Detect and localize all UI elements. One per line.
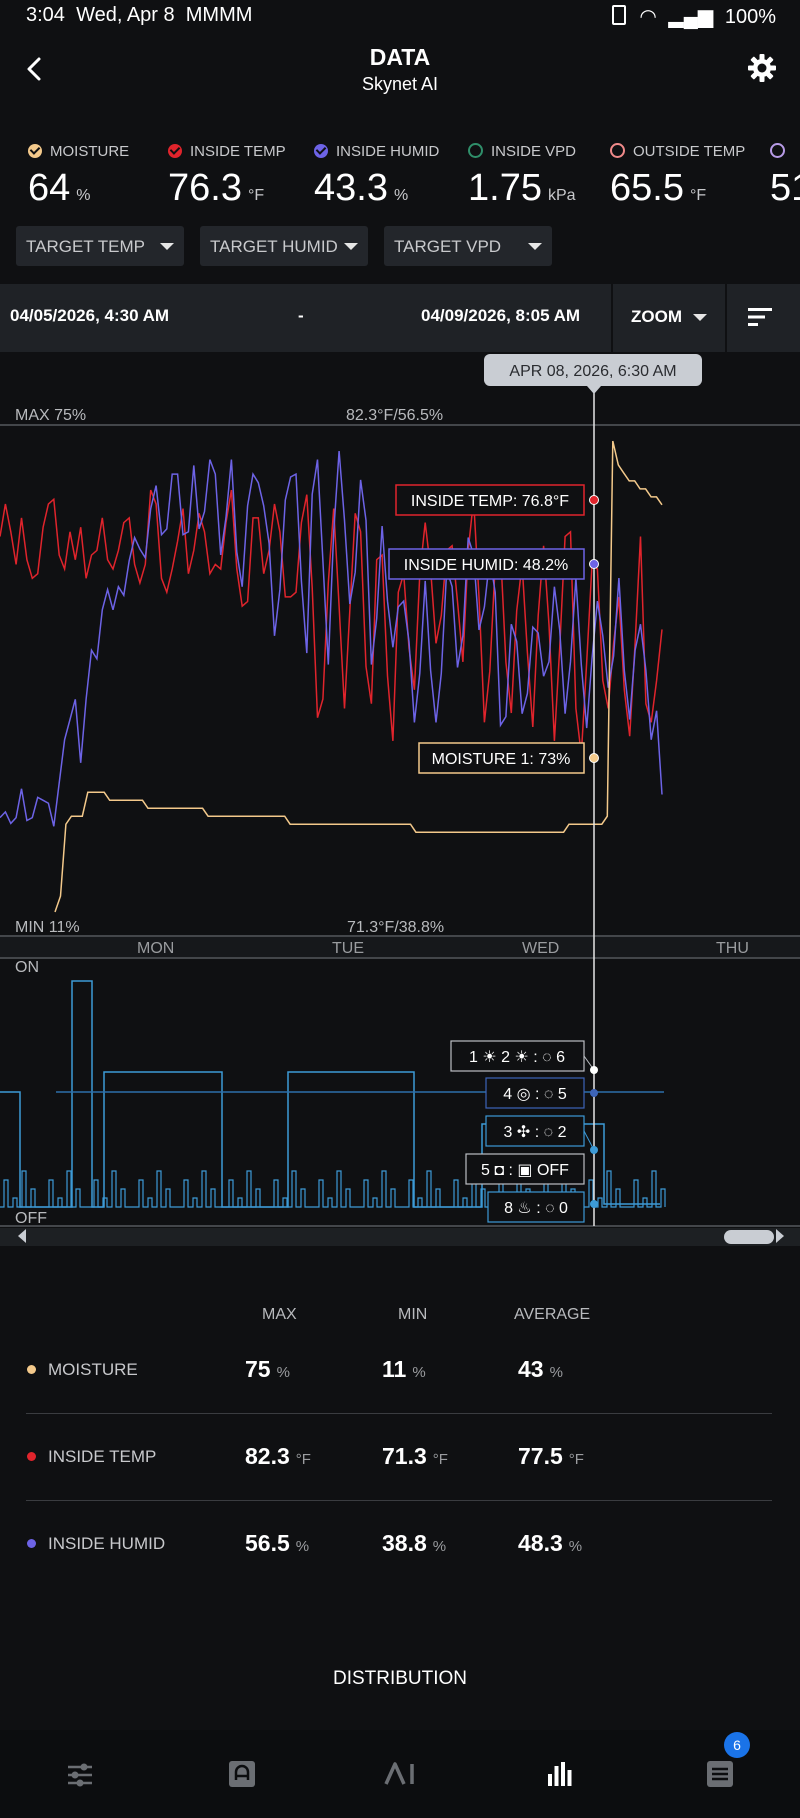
cursor-label: APR 08, 2026, 6:30 AM xyxy=(509,363,676,380)
day-label-wed: WED xyxy=(522,940,559,957)
zoom-dropdown[interactable]: ZOOM xyxy=(611,284,727,352)
checkbox-icon[interactable] xyxy=(468,143,483,158)
svg-text:3 ✣ : ◌ 2: 3 ✣ : ◌ 2 xyxy=(504,1124,567,1141)
chevron-down-icon xyxy=(693,314,707,321)
day-label-tue: TUE xyxy=(332,940,364,957)
on-label: ON xyxy=(15,959,39,976)
tooltip-inside-temp: INSIDE TEMP: 76.8°F xyxy=(395,484,599,516)
device-label-1: 1 ☀ 2 ☀ : ◌ 6 xyxy=(450,1040,598,1074)
notification-badge: 6 xyxy=(724,1732,750,1758)
metric-partial[interactable]: 51 xyxy=(770,143,800,213)
series-line-inside-temp xyxy=(0,489,663,755)
svg-text:8 ♨ : ◌ 0: 8 ♨ : ◌ 0 xyxy=(504,1200,568,1217)
stat-average: 48.3% xyxy=(518,1530,583,1556)
range-start[interactable]: 04/05/2026, 4:30 AM xyxy=(10,306,169,326)
checkbox-icon[interactable] xyxy=(314,144,328,158)
data-chart[interactable]: MAX 75% 82.3°F/56.5% MIN 11% 71.3°F/38.8… xyxy=(0,352,800,1252)
stat-min: 11% xyxy=(382,1356,426,1382)
stat-average: 77.5 °F xyxy=(518,1443,584,1469)
stats-row-inside-temp: INSIDE TEMP 82.3 °F 71.3 °F 77.5 °F xyxy=(0,1441,800,1481)
status-time: 3:04 Wed, Apr 8 MMMM xyxy=(26,4,253,26)
ai-icon[interactable] xyxy=(384,1762,418,1786)
stat-max: 82.3 °F xyxy=(245,1443,311,1469)
tooltip-moisture: MOISTURE 1: 73% xyxy=(418,742,599,774)
device-label-2: 4 ◎ : ◌ 5 xyxy=(485,1077,598,1109)
controller-icon[interactable] xyxy=(228,1760,256,1788)
stat-max: 75% xyxy=(245,1356,290,1382)
checkbox-icon[interactable] xyxy=(168,144,182,158)
svg-text:MOISTURE 1: 73%: MOISTURE 1: 73% xyxy=(432,751,571,768)
divider xyxy=(26,1500,772,1501)
stats-header-max: MAX xyxy=(262,1306,297,1323)
day-label-thu: THU xyxy=(716,940,749,957)
signal-icon: ▂▄▆ xyxy=(668,6,714,28)
svg-text:4 ◎ : ◌ 5: 4 ◎ : ◌ 5 xyxy=(503,1086,567,1103)
device-label-3: 3 ✣ : ◌ 2 xyxy=(485,1115,598,1154)
range-end[interactable]: 04/09/2026, 8:05 AM xyxy=(421,306,580,326)
data-chart-icon[interactable] xyxy=(546,1760,574,1788)
gear-icon[interactable] xyxy=(746,52,778,84)
stat-average: 43% xyxy=(518,1356,563,1382)
chevron-down-icon xyxy=(528,243,542,250)
wifi-icon: ◠ xyxy=(639,6,657,28)
svg-text:5 ◘ : ▣ OFF: 5 ◘ : ▣ OFF xyxy=(481,1162,569,1179)
target-vpd-dropdown[interactable]: TARGET VPD xyxy=(384,226,552,266)
off-label: OFF xyxy=(15,1210,47,1227)
chevron-down-icon xyxy=(344,243,358,250)
day-axis-band xyxy=(0,937,800,957)
stat-min: 71.3 °F xyxy=(382,1443,448,1469)
target-temp-dropdown[interactable]: TARGET TEMP xyxy=(16,226,184,266)
legend-dot xyxy=(27,1365,36,1374)
min-label: MIN 11% xyxy=(15,919,80,936)
status-right: ◠ ▂▄▆ 100% xyxy=(611,4,776,29)
stats-row-inside-humid: INSIDE HUMID 56.5% 38.8% 48.3% xyxy=(0,1528,800,1568)
target-humid-dropdown[interactable]: TARGET HUMID xyxy=(200,226,368,266)
divider xyxy=(26,1413,772,1414)
chart-scrollbar[interactable] xyxy=(0,1228,800,1246)
legend-dot xyxy=(27,1539,36,1548)
range-separator: - xyxy=(298,306,304,325)
stats-header-min: MIN xyxy=(398,1306,428,1323)
svg-text:1 ☀ 2 ☀ : ◌ 6: 1 ☀ 2 ☀ : ◌ 6 xyxy=(469,1049,565,1066)
stat-min: 38.8% xyxy=(382,1530,447,1556)
battery-icon xyxy=(611,5,626,25)
stats-header-average: AVERAGE xyxy=(514,1306,591,1323)
checkbox-icon[interactable] xyxy=(610,143,625,158)
legend-dot xyxy=(27,1452,36,1461)
chevron-down-icon xyxy=(160,243,174,250)
date-range-bar: 04/05/2026, 4:30 AM - 04/09/2026, 8:05 A… xyxy=(0,284,800,352)
cursor-label-box: APR 08, 2026, 6:30 AM xyxy=(484,354,702,394)
svg-text:INSIDE HUMID: 48.2%: INSIDE HUMID: 48.2% xyxy=(404,557,568,574)
page-title: DATA xyxy=(369,44,431,70)
battery-level: 100% xyxy=(724,6,776,28)
sort-icon[interactable] xyxy=(746,306,776,328)
device-label-5: 8 ♨ : ◌ 0 xyxy=(487,1191,598,1223)
tooltip-inside-humid: INSIDE HUMID: 48.2% xyxy=(388,548,599,580)
status-bar: 3:04 Wed, Apr 8 MMMM ◠ ▂▄▆ 100% xyxy=(0,0,800,34)
min-center-label: 71.3°F/38.8% xyxy=(347,919,444,936)
bottom-nav xyxy=(0,1730,800,1818)
max-center-label: 82.3°F/56.5% xyxy=(346,407,443,424)
scrollbar-thumb xyxy=(724,1230,774,1244)
day-label-mon: MON xyxy=(137,940,174,957)
checkbox-icon[interactable] xyxy=(770,143,785,158)
distribution-tab[interactable]: DISTRIBUTION xyxy=(0,1668,800,1690)
list-icon[interactable] xyxy=(706,1760,734,1788)
page-subtitle: Skynet AI xyxy=(361,74,439,94)
svg-text:INSIDE TEMP: 76.8°F: INSIDE TEMP: 76.8°F xyxy=(411,493,569,510)
checkbox-icon[interactable] xyxy=(28,144,42,158)
stat-max: 56.5% xyxy=(245,1530,310,1556)
max-label: MAX 75% xyxy=(15,407,86,424)
sliders-icon[interactable] xyxy=(66,1762,94,1788)
stats-row-moisture: MOISTURE 75% 11% 43% xyxy=(0,1354,800,1394)
device-label-4: 5 ◘ : ▣ OFF xyxy=(465,1153,585,1185)
